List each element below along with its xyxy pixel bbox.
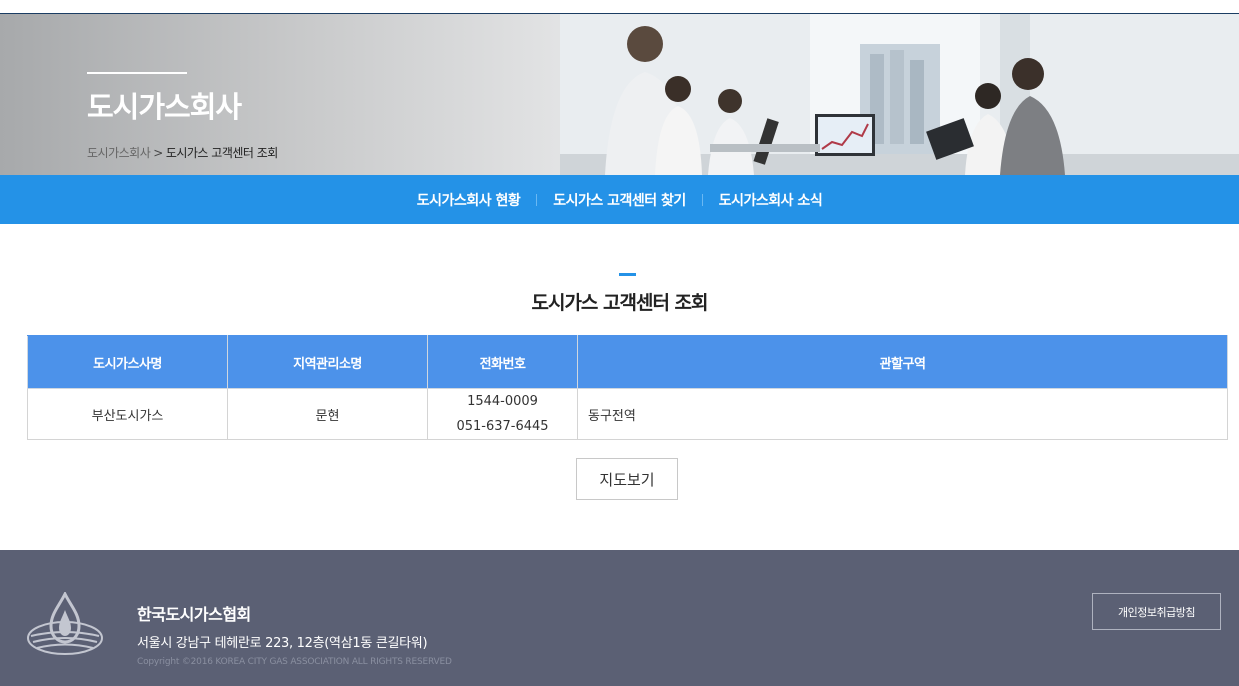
privacy-policy-button[interactable]: 개인정보취급방침 [1092,593,1221,630]
subnav-item-status[interactable]: 도시가스회사 현황 [401,190,536,210]
footer-address: 서울시 강남구 테헤란로 223, 12층(역삼1동 큰길타워) [137,636,428,651]
col-header-company: 도시가스사명 [27,335,228,389]
association-logo [27,592,103,655]
customer-center-table: 도시가스사명 지역관리소명 전화번호 관할구역 부산도시가스 문현 1544-0… [27,335,1228,440]
sub-navigation: 도시가스회사 현황 도시가스 고객센터 찾기 도시가스회사 소식 [0,175,1239,224]
phone-primary: 1544-0009 [467,394,538,409]
cell-phone: 1544-0009 051-637-6445 [427,388,578,440]
breadcrumb-parent[interactable]: 도시가스회사 [87,146,151,160]
top-border [0,0,1239,14]
subnav-item-news[interactable]: 도시가스회사 소식 [703,190,838,210]
col-header-area: 관할구역 [577,335,1228,389]
breadcrumb-current: 도시가스 고객센터 조회 [165,146,279,160]
view-map-button[interactable]: 지도보기 [576,458,678,500]
section-title-mark [619,273,636,276]
page-title: 도시가스회사 [87,90,242,124]
table-row: 부산도시가스 문현 1544-0009 051-637-6445 동구전역 [27,388,1228,440]
cell-area: 동구전역 [577,388,1228,440]
hero-title-line [87,72,187,74]
footer: 한국도시가스협회 서울시 강남구 테헤란로 223, 12층(역삼1동 큰길타워… [0,550,1239,686]
col-header-phone: 전화번호 [427,335,578,389]
breadcrumb: 도시가스회사 > 도시가스 고객센터 조회 [87,144,278,161]
col-header-office: 지역관리소명 [227,335,428,389]
cell-office: 문현 [227,388,428,440]
table-header-row: 도시가스사명 지역관리소명 전화번호 관할구역 [27,335,1228,389]
phone-secondary: 051-637-6445 [456,419,549,434]
section-title: 도시가스 고객센터 조회 [531,292,708,314]
footer-org-name: 한국도시가스협회 [137,605,251,624]
breadcrumb-separator: > [153,146,163,160]
hero-banner: 도시가스회사 도시가스회사 > 도시가스 고객센터 조회 [0,14,1239,175]
subnav-item-find-center[interactable]: 도시가스 고객센터 찾기 [537,190,702,210]
meeting-photo [560,14,1239,175]
cell-company: 부산도시가스 [27,388,228,440]
footer-copyright: Copyright ©2016 KOREA CITY GAS ASSOCIATI… [137,657,452,667]
